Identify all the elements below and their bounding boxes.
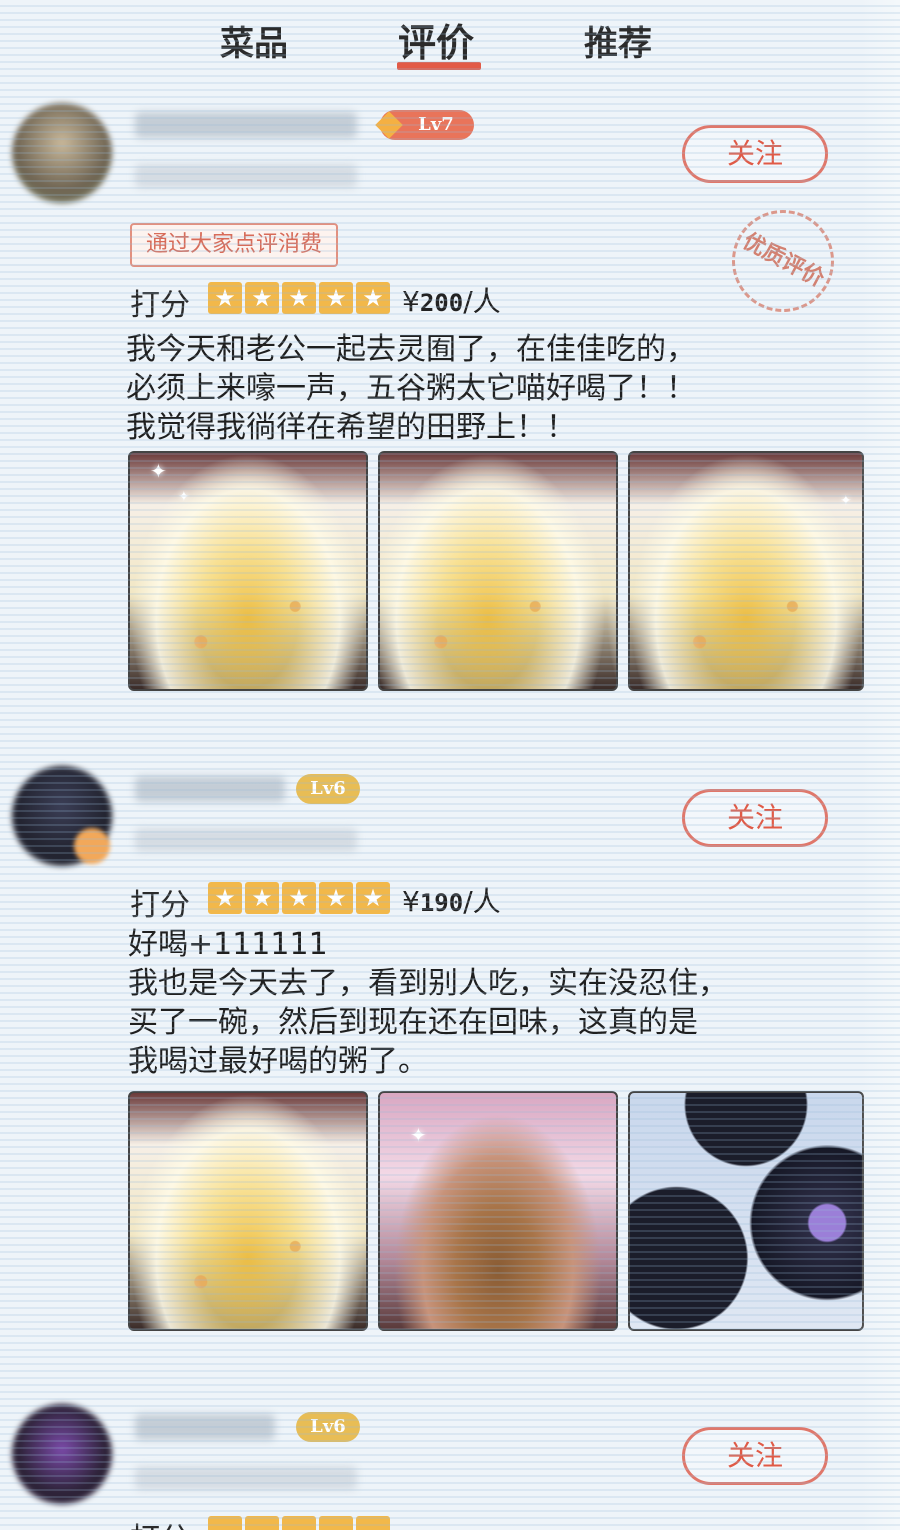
diamond-icon (375, 111, 403, 139)
score-row: 打分 (130, 1514, 550, 1530)
tab-recommend[interactable]: 推荐 (584, 16, 652, 65)
star-rating (208, 1516, 393, 1530)
username-blurred[interactable] (135, 776, 285, 802)
review-photo[interactable] (128, 1091, 368, 1331)
score-label: 打分 (130, 1514, 190, 1530)
star-icon: ★ (208, 282, 242, 314)
star-icon (319, 1516, 353, 1530)
review-photo[interactable]: ✦ (378, 1091, 618, 1331)
avatar-badge (74, 828, 110, 864)
star-icon: ★ (356, 882, 390, 914)
follow-button[interactable]: 关注 (682, 1427, 828, 1485)
review-photo[interactable] (378, 451, 618, 691)
username-blurred[interactable] (135, 1414, 275, 1440)
score-label: 打分 (130, 288, 190, 323)
star-icon: ★ (208, 882, 242, 914)
star-icon (245, 1516, 279, 1530)
follow-button[interactable]: 关注 (682, 789, 828, 847)
tab-dishes[interactable]: 菜品 (220, 16, 288, 65)
star-icon: ★ (356, 282, 390, 314)
follow-button[interactable]: 关注 (682, 125, 828, 183)
review-date-blurred (135, 164, 357, 188)
review-tabs: 菜品 评价 推荐 (0, 10, 900, 70)
username-blurred[interactable] (135, 112, 357, 138)
photo-grid: ✦ (128, 1091, 864, 1331)
consumption-tag: 通过大家点评消费 (130, 223, 339, 267)
score-label: 打分 (130, 888, 190, 923)
level-badge: Lv6 (296, 774, 360, 804)
star-rating: ★ ★ ★ ★ ★ (208, 882, 393, 916)
star-icon: ★ (245, 282, 279, 314)
score-row: 打分 ★ ★ ★ ★ ★ ¥200/人 (130, 280, 550, 323)
price-per-person: ¥190/人 (402, 885, 501, 918)
tab-reviews[interactable]: 评价 (398, 12, 474, 67)
star-rating: ★ ★ ★ ★ ★ (208, 282, 393, 316)
review-date-blurred (135, 1466, 357, 1490)
price-per-person: ¥200/人 (402, 285, 501, 318)
photo-grid: ✦ ✦ ✦ (128, 451, 864, 691)
review-text: 好喝+111111 我也是今天去了，看到别人吃，实在没忍住， 买了一碗，然后到现… (128, 927, 728, 1079)
avatar[interactable] (12, 1404, 112, 1504)
star-icon: ★ (245, 882, 279, 914)
review-photo[interactable]: ✦ (628, 451, 864, 691)
avatar[interactable] (12, 103, 112, 203)
star-icon: ★ (282, 282, 316, 314)
level-badge: Lv6 (296, 1412, 360, 1442)
review-date-blurred (135, 828, 357, 852)
score-row: 打分 ★ ★ ★ ★ ★ ¥190/人 (130, 880, 550, 923)
star-icon: ★ (282, 882, 316, 914)
star-icon (208, 1516, 242, 1530)
star-icon: ★ (319, 282, 353, 314)
quality-review-stamp: 优质评价 (714, 192, 852, 330)
star-icon (356, 1516, 390, 1530)
review-photo[interactable] (628, 1091, 864, 1331)
star-icon (282, 1516, 316, 1530)
level-badge: Lv7 (375, 110, 474, 140)
review-text: 我今天和老公一起去灵囿了，在佳佳吃的， 必须上来嚎一声，五谷粥太它喵好喝了！！ … (126, 332, 696, 445)
star-icon: ★ (319, 882, 353, 914)
review-photo[interactable]: ✦ ✦ (128, 451, 368, 691)
edge-fade (860, 0, 900, 1530)
active-tab-indicator (397, 62, 481, 70)
